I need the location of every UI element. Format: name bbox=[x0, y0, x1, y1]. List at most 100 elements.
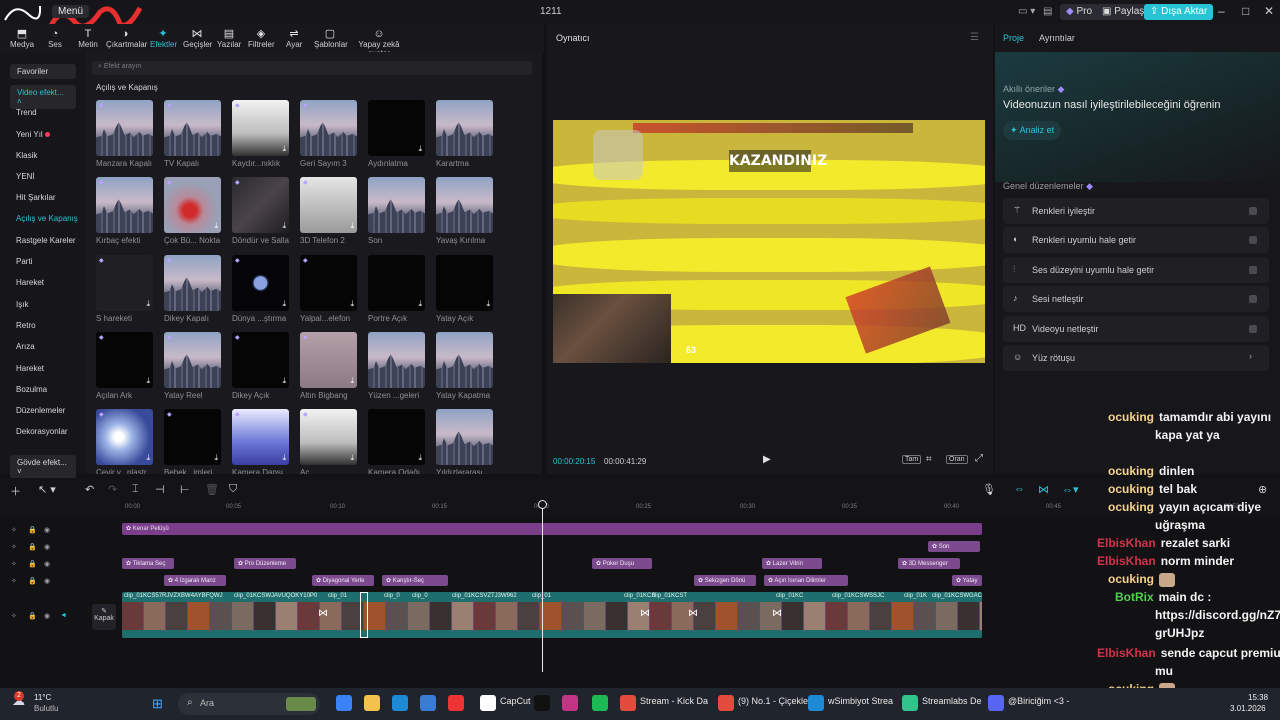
general-edit-item[interactable]: ☺ Yüz rötuşu › bbox=[1003, 345, 1269, 371]
sidebar-item[interactable]: Bozulma bbox=[16, 385, 47, 394]
app-icon[interactable] bbox=[808, 695, 824, 711]
sidebar-item[interactable]: Işık bbox=[16, 300, 28, 309]
timeline-ruler[interactable]: 00:0000:0500:1000:1500:2000:2500:3000:35… bbox=[0, 502, 1280, 516]
sidebar-item[interactable]: Trend bbox=[16, 108, 37, 117]
cursor-icon[interactable]: ↖ ▾ bbox=[38, 483, 56, 496]
chevron-right-icon[interactable]: › bbox=[1249, 351, 1257, 361]
sidebar-item[interactable]: Yeni Yıl bbox=[16, 130, 50, 139]
sidebar-item[interactable]: Retro bbox=[16, 321, 36, 330]
effect-card[interactable]: ◆ ⤓ bbox=[96, 255, 153, 311]
toggle-checkbox[interactable] bbox=[1249, 265, 1257, 274]
menu-button[interactable]: Menü bbox=[52, 5, 90, 18]
redo-icon[interactable]: ↷ bbox=[108, 483, 117, 496]
fx-clip[interactable]: ✿ 3D Messenger bbox=[898, 558, 960, 569]
transition-icon[interactable]: ⋈ bbox=[772, 608, 782, 619]
fx-clip[interactable]: ✿ 4 Izgaralı Manz bbox=[164, 575, 226, 586]
lock-icon[interactable]: 🔒 bbox=[28, 543, 37, 551]
calendar-icon[interactable] bbox=[420, 695, 436, 711]
tiktok-icon[interactable] bbox=[534, 695, 550, 711]
effect-card[interactable]: ◆ ⤓ bbox=[164, 409, 221, 465]
fx-clip[interactable]: ✿ Pro Düzenleme bbox=[234, 558, 296, 569]
sidebar-item[interactable]: Dekorasyonlar bbox=[16, 427, 68, 436]
magnet-icon[interactable]: ⋈ bbox=[1038, 483, 1049, 496]
tab-project[interactable]: Proje bbox=[1003, 33, 1024, 43]
sidebar-item[interactable]: Düzenlemeler bbox=[16, 406, 65, 415]
effect-card[interactable]: ◆ ⤓ bbox=[232, 255, 289, 311]
taskbar-app-label[interactable]: wSimbiyot Strea bbox=[828, 696, 893, 706]
shortcut-icon[interactable]: ▤ bbox=[1037, 4, 1058, 20]
transition-icon[interactable]: ⋈ bbox=[688, 608, 698, 619]
windows-start-icon[interactable]: ⊞ bbox=[152, 696, 163, 712]
toggle-checkbox[interactable] bbox=[1249, 207, 1257, 215]
taskbar-app-label[interactable]: (9) No.1 - Çiçekle bbox=[738, 696, 808, 706]
toggle-checkbox[interactable] bbox=[1249, 295, 1257, 304]
sidebar-favorites[interactable]: Favoriler bbox=[10, 64, 76, 79]
audio-track-icon[interactable]: ◄ bbox=[60, 612, 67, 619]
minimize-icon[interactable]: – bbox=[1218, 4, 1225, 18]
fx-clip[interactable]: ✿ Sekizgen Dönü bbox=[694, 575, 756, 586]
share-button[interactable]: ▣ Paylaş bbox=[1096, 4, 1151, 20]
fx-clip[interactable]: ✿ Diyagonal Yerle bbox=[312, 575, 374, 586]
sidebar-item[interactable]: Arıza bbox=[16, 342, 35, 351]
sidebar-video-effects[interactable]: Video efekt... ˄ bbox=[10, 85, 76, 109]
eye-icon[interactable]: ◉ bbox=[44, 560, 50, 568]
tool-tab-media[interactable]: ⬒ Medya bbox=[10, 28, 34, 49]
effect-card[interactable]: ◆ ⤓ bbox=[96, 409, 153, 465]
effect-card[interactable]: ◆ ⤓ bbox=[96, 100, 153, 156]
instagram-icon[interactable] bbox=[562, 695, 578, 711]
taskbar-app-label[interactable]: Streamlabs De bbox=[922, 696, 982, 706]
player-menu-icon[interactable]: ☰ bbox=[970, 32, 979, 43]
lock-icon[interactable]: 🔒 bbox=[28, 560, 37, 568]
tool-tab-effects[interactable]: ✦ Efektler bbox=[150, 28, 177, 49]
effect-card[interactable]: ◆ ⤓ bbox=[96, 177, 153, 233]
fx-clip[interactable]: ✿ Kanştır-Seç bbox=[382, 575, 448, 586]
sidebar-item[interactable]: Rastgele Kareler bbox=[16, 236, 76, 245]
fx-clip[interactable]: ✿ Tiklama Seç bbox=[122, 558, 174, 569]
eye-icon[interactable]: ◉ bbox=[44, 612, 50, 620]
sidebar-item[interactable]: Hareket bbox=[16, 364, 44, 373]
taskbar-search[interactable]: ⌕ Ara bbox=[178, 693, 320, 715]
eye-icon[interactable]: ◉ bbox=[44, 543, 50, 551]
general-edit-item[interactable]: HD Videoyu netleştir bbox=[1003, 315, 1269, 342]
tool-tab-sticker[interactable]: ◑ Çıkartmalar bbox=[106, 28, 147, 49]
export-button[interactable]: ⇪ Dışa Aktar bbox=[1144, 4, 1214, 20]
split-icon[interactable]: ⌶ bbox=[132, 483, 139, 496]
track-top-clip[interactable]: ✿ Kenar Pelüşü bbox=[122, 523, 982, 535]
tool-tab-adjust[interactable]: ⇌ Ayar bbox=[286, 28, 302, 49]
delete-icon[interactable]: 🗑 bbox=[205, 483, 219, 496]
youtube-icon[interactable] bbox=[448, 695, 464, 711]
taskbar-app-label[interactable]: CapCut bbox=[500, 696, 531, 706]
effect-card[interactable]: ◆ ⤓ bbox=[232, 177, 289, 233]
sidebar-item[interactable]: Hareket bbox=[16, 278, 44, 287]
effect-card[interactable]: ◆ ⤓ bbox=[232, 332, 289, 388]
effect-card[interactable]: ⤓ bbox=[436, 332, 493, 388]
screenshot-icon[interactable]: ⌗ bbox=[926, 454, 932, 465]
sidebar-item[interactable]: YENİ bbox=[16, 172, 35, 181]
toggle-checkbox[interactable] bbox=[1249, 324, 1257, 333]
general-edit-item[interactable]: ◐ Renkleri uyumlu hale getir bbox=[1003, 227, 1269, 254]
fx-clip[interactable]: ✿ Poker Duşu bbox=[592, 558, 652, 569]
effect-card[interactable]: ⤓ bbox=[368, 100, 425, 156]
effect-card[interactable]: ⤓ bbox=[368, 255, 425, 311]
edge-icon[interactable] bbox=[392, 695, 408, 711]
fx-clip[interactable]: ✿ Yatay bbox=[952, 575, 982, 586]
sidebar-body-effects[interactable]: Gövde efekt... ˅ bbox=[10, 455, 76, 479]
split-right-icon[interactable]: ⊢ bbox=[180, 483, 190, 496]
effect-card[interactable]: ◆ ⤓ bbox=[164, 177, 221, 233]
effect-card[interactable]: ◆ ⤓ bbox=[164, 100, 221, 156]
tool-tab-text[interactable]: T Metin bbox=[78, 28, 98, 49]
effect-card[interactable]: ◆ ⤓ bbox=[164, 332, 221, 388]
taskbar-app-label[interactable]: Stream - Kick Da bbox=[640, 696, 708, 706]
lock-icon[interactable]: 🔒 bbox=[28, 612, 37, 620]
tab-details[interactable]: Ayrıntılar bbox=[1039, 33, 1075, 43]
undo-icon[interactable]: ↶ bbox=[85, 483, 94, 496]
analyze-button[interactable]: ✦ Analiz et bbox=[1003, 121, 1062, 140]
snap-icon[interactable]: ⇔▾ bbox=[1062, 483, 1079, 496]
effect-card[interactable]: ◆ ⤓ bbox=[164, 255, 221, 311]
effect-card[interactable]: ⤓ bbox=[436, 177, 493, 233]
add-icon[interactable]: ＋ bbox=[10, 483, 21, 499]
microphone-icon[interactable]: 🎙 bbox=[982, 483, 996, 496]
tool-tab-transition[interactable]: ⋈ Geçişler bbox=[183, 28, 212, 49]
eye-icon[interactable]: ◉ bbox=[44, 526, 50, 534]
eye-icon[interactable]: ◉ bbox=[44, 577, 50, 585]
